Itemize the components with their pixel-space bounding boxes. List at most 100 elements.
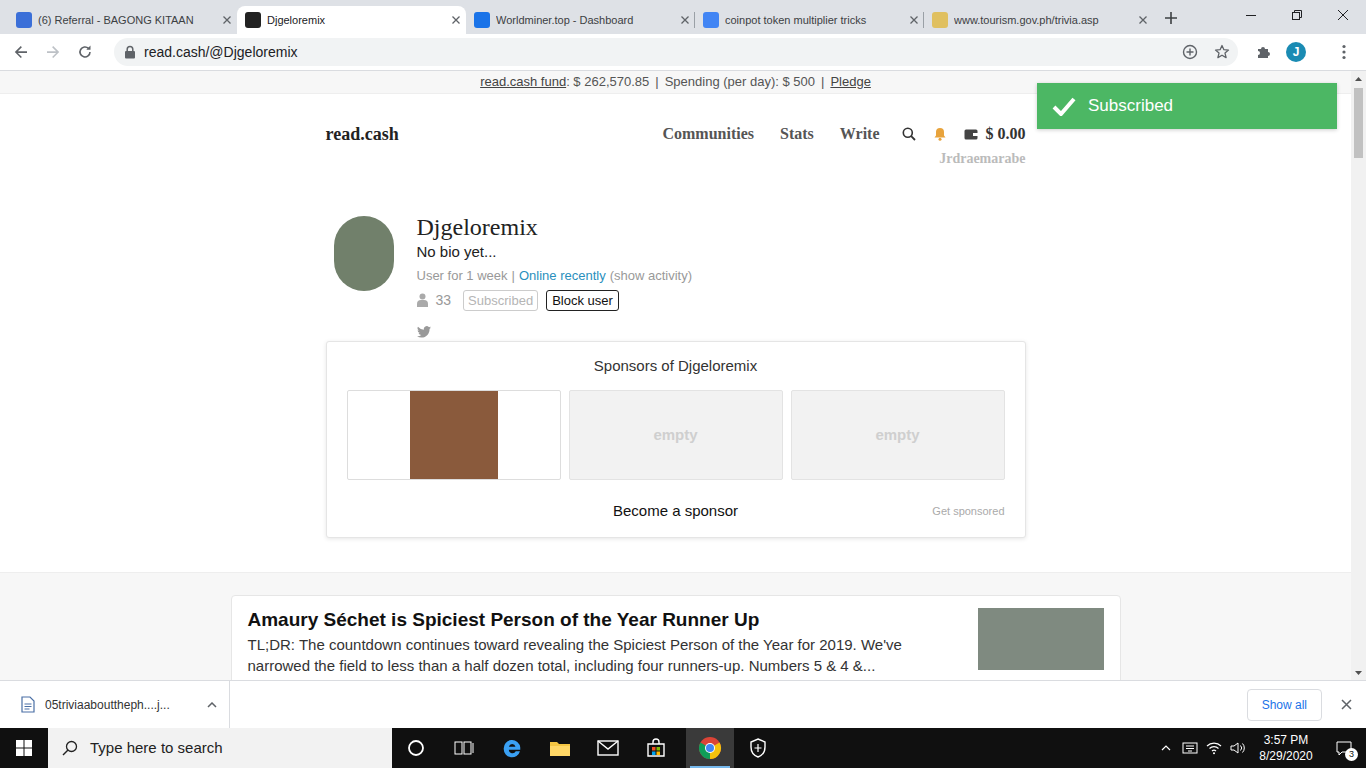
download-item[interactable]: 05triviaabouttheph....j... xyxy=(0,681,230,728)
sponsor-slot[interactable] xyxy=(347,390,561,480)
close-window-icon[interactable] xyxy=(1320,0,1366,30)
lock-icon[interactable] xyxy=(124,45,136,59)
fund-link[interactable]: read.cash fund xyxy=(480,72,566,92)
tab-title[interactable]: Worldminer.top - Dashboard xyxy=(496,12,675,29)
add-circle-icon[interactable] xyxy=(1182,44,1198,60)
input-method-icon[interactable] xyxy=(1178,728,1202,768)
action-center[interactable]: 3 xyxy=(1322,728,1366,768)
wifi-icon[interactable] xyxy=(1202,728,1226,768)
block-user-button[interactable]: Block user xyxy=(546,290,619,311)
taskbar-app[interactable] xyxy=(488,728,536,768)
clock-date[interactable]: 8/29/2020 xyxy=(1250,748,1322,764)
site-logo[interactable]: read.cash xyxy=(326,121,399,148)
tab-close-icon[interactable] xyxy=(681,16,689,24)
sponsor-slot[interactable]: empty xyxy=(791,390,1005,480)
close-icon[interactable] xyxy=(1332,691,1360,719)
minimize-icon[interactable] xyxy=(1228,0,1274,30)
taskbar-search[interactable]: Type here to search xyxy=(48,728,392,768)
back-arrow-icon[interactable] xyxy=(7,38,35,66)
edge-icon[interactable] xyxy=(501,737,523,759)
tab-title[interactable]: (6) Referral - BAGONG KITAAN xyxy=(38,12,217,29)
article-card[interactable]: Amaury Séchet is Spiciest Person of the … xyxy=(231,595,1121,681)
tab-list: (6) Referral - BAGONG KITAAN Djgeloremix W… xyxy=(8,6,1153,34)
volume-icon[interactable] xyxy=(1226,728,1250,768)
sponsor-slot[interactable]: empty xyxy=(569,390,783,480)
scroll-down-icon[interactable] xyxy=(1351,665,1366,680)
restore-icon[interactable] xyxy=(1274,0,1320,30)
profile-name: Djgeloremix xyxy=(417,214,693,240)
article-thumbnail[interactable] xyxy=(978,608,1104,670)
browser-tab[interactable]: coinpot token multiplier tricks xyxy=(695,6,924,34)
become-sponsor-link[interactable]: Become a sponsor xyxy=(613,500,738,523)
chevron-up-icon[interactable] xyxy=(207,702,217,708)
taskbar-app[interactable] xyxy=(440,728,488,768)
bell-icon[interactable] xyxy=(934,127,946,141)
tab-close-icon[interactable] xyxy=(1139,16,1147,24)
menu-dots-icon[interactable] xyxy=(1330,38,1358,66)
extensions-puzzle-icon[interactable] xyxy=(1250,38,1278,66)
nav-link[interactable]: Stats xyxy=(780,122,814,146)
online-status-link[interactable]: Online recently xyxy=(519,267,606,285)
clock[interactable]: 3:57 PM 8/29/2020 xyxy=(1250,732,1322,764)
tray-chevron-icon[interactable] xyxy=(1154,728,1178,768)
explorer-icon[interactable] xyxy=(549,739,571,757)
clock-time[interactable]: 3:57 PM xyxy=(1250,732,1322,748)
wallet-balance[interactable]: $ 0.00 xyxy=(986,122,1026,146)
nav-link[interactable]: Communities xyxy=(662,122,754,146)
chrome-icon[interactable] xyxy=(698,736,722,760)
get-sponsored-link[interactable]: Get sponsored xyxy=(932,503,1004,520)
windows-start-icon[interactable] xyxy=(0,728,48,768)
cortana-icon[interactable] xyxy=(407,739,425,757)
taskbar-app[interactable] xyxy=(584,728,632,768)
forward-arrow-icon[interactable] xyxy=(39,38,67,66)
show-all-button[interactable]: Show all xyxy=(1247,689,1322,721)
browser-tab[interactable]: (6) Referral - BAGONG KITAAN xyxy=(8,6,237,34)
nav-link[interactable]: Write xyxy=(840,122,880,146)
wallet-icon[interactable] xyxy=(964,128,978,140)
mail-icon[interactable] xyxy=(597,740,619,756)
taskbar-app[interactable] xyxy=(686,728,734,768)
download-filename[interactable]: 05triviaabouttheph....j... xyxy=(45,696,170,714)
browser-tab[interactable]: www.tourism.gov.ph/trivia.asp xyxy=(924,6,1153,34)
tab-title[interactable]: Djgeloremix xyxy=(267,12,446,29)
bookmark-star-icon[interactable] xyxy=(1214,44,1230,60)
username-link[interactable]: Jrdraemarabe xyxy=(326,150,1026,168)
new-tab-icon[interactable] xyxy=(1157,4,1185,32)
taskview-icon[interactable] xyxy=(454,740,474,756)
reload-icon[interactable] xyxy=(71,38,99,66)
subscribed-toast: Subscribed xyxy=(1037,83,1337,129)
show-activity-link[interactable]: (show activity) xyxy=(610,267,692,285)
browser-tab[interactable]: Worldminer.top - Dashboard xyxy=(466,6,695,34)
tab-title[interactable]: www.tourism.gov.ph/trivia.asp xyxy=(954,12,1133,29)
taskbar-app[interactable] xyxy=(734,728,782,768)
security-icon[interactable] xyxy=(749,738,767,758)
taskbar-app[interactable] xyxy=(632,728,680,768)
wallet[interactable]: $ 0.00 xyxy=(964,122,1026,146)
taskbar-app[interactable] xyxy=(536,728,584,768)
site-nav: read.cash Communities Stats Write $ 0.00 xyxy=(326,94,1026,148)
twitter-link[interactable] xyxy=(417,321,693,335)
scrollbar[interactable] xyxy=(1351,71,1366,680)
search-placeholder[interactable]: Type here to search xyxy=(90,737,223,760)
pledge-link[interactable]: Pledge xyxy=(830,72,870,92)
tab-title[interactable]: coinpot token multiplier tricks xyxy=(725,12,904,29)
profile-button[interactable]: J xyxy=(1282,38,1310,66)
tab-close-icon[interactable] xyxy=(223,16,231,24)
search-icon xyxy=(62,740,78,756)
scroll-thumb[interactable] xyxy=(1354,88,1363,158)
search-icon[interactable] xyxy=(902,127,916,141)
profile-avatar[interactable]: J xyxy=(1286,42,1306,62)
article-title[interactable]: Amaury Séchet is Spiciest Person of the … xyxy=(248,608,954,632)
subscribe-button[interactable]: Subscribed xyxy=(463,290,538,311)
tab-close-icon[interactable] xyxy=(910,16,918,24)
browser-tab[interactable]: Djgeloremix xyxy=(237,6,466,34)
tab-close-icon[interactable] xyxy=(452,16,460,24)
url-text[interactable]: read.cash/@Djgeloremix xyxy=(144,42,298,63)
store-icon[interactable] xyxy=(646,738,666,758)
taskbar-app[interactable] xyxy=(392,728,440,768)
scroll-up-icon[interactable] xyxy=(1351,71,1366,86)
address-bar[interactable]: read.cash/@Djgeloremix xyxy=(114,38,1238,66)
twitter-icon[interactable] xyxy=(417,326,431,338)
sponsor-slots: emptyempty xyxy=(347,390,1005,480)
sponsor-photo[interactable] xyxy=(410,391,498,479)
